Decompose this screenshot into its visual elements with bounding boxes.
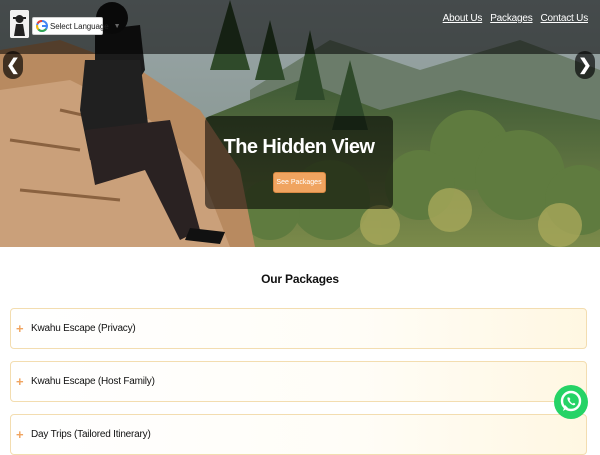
nav-about-us-link[interactable]: About Us xyxy=(443,13,483,24)
top-navigation-bar: Select Language ▼ About Us Packages Cont… xyxy=(0,0,600,54)
chevron-right-icon: ❯ xyxy=(578,57,592,74)
plus-icon: + xyxy=(16,427,24,442)
nav-contact-us-link[interactable]: Contact Us xyxy=(541,13,589,24)
package-accordion-item[interactable]: + Kwahu Escape (Host Family) xyxy=(10,361,587,402)
language-selector-label: Select Language xyxy=(50,21,109,31)
see-packages-button[interactable]: See Packages xyxy=(272,172,326,193)
google-g-icon xyxy=(36,20,48,32)
traveler-logo-icon[interactable] xyxy=(10,10,29,38)
chevron-left-icon: ❮ xyxy=(6,57,20,74)
hero-title: The Hidden View xyxy=(223,136,375,158)
carousel-next-button[interactable]: ❯ xyxy=(575,51,595,79)
plus-icon: + xyxy=(16,374,24,389)
package-accordion-item[interactable]: + Kwahu Escape (Privacy) xyxy=(10,308,587,349)
package-label: Kwahu Escape (Privacy) xyxy=(31,323,136,334)
hero-caption-card: The Hidden View See Packages xyxy=(205,116,393,209)
whatsapp-icon[interactable] xyxy=(554,375,588,429)
package-accordion-item[interactable]: + Day Trips (Tailored Itinerary) xyxy=(10,414,587,455)
packages-section-title: Our Packages xyxy=(261,272,339,286)
language-selector[interactable]: Select Language ▼ xyxy=(32,17,121,35)
package-label: Day Trips (Tailored Itinerary) xyxy=(31,429,151,440)
plus-icon: + xyxy=(16,321,24,336)
package-label: Kwahu Escape (Host Family) xyxy=(31,376,155,387)
carousel-prev-button[interactable]: ❮ xyxy=(3,51,23,79)
chevron-down-icon: ▼ xyxy=(113,22,121,30)
nav-packages-link[interactable]: Packages xyxy=(490,13,533,24)
main-nav: About Us Packages Contact Us xyxy=(443,13,589,24)
hero-carousel: Select Language ▼ About Us Packages Cont… xyxy=(0,0,600,247)
